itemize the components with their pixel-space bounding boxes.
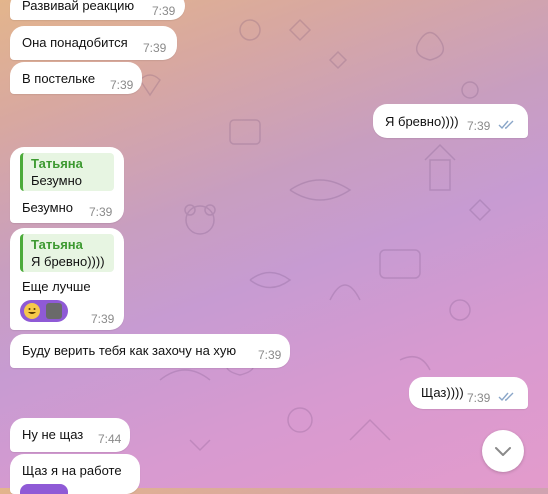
read-ticks-icon (498, 392, 514, 402)
reply-quote[interactable]: Татьяна Безумно (20, 153, 114, 191)
message-time: 7:39 (467, 391, 491, 405)
message-text: Щаз)))) (421, 385, 464, 400)
message-bubble-outgoing[interactable]: Щаз)))) 7:39 (409, 377, 528, 409)
grinning-emoji-icon (24, 303, 40, 319)
scroll-to-bottom-button[interactable] (482, 430, 524, 472)
message-text: Еще лучше (22, 279, 91, 294)
message-bubble-outgoing[interactable]: Я бревно)))) 7:39 (373, 104, 528, 138)
message-bubble[interactable]: Ну не щаз 7:44 (10, 418, 130, 452)
message-bubble[interactable]: Буду верить тебя как захочу на хую 7:39 (10, 334, 290, 368)
reply-quote[interactable]: Татьяна Я бревно)))) (20, 234, 114, 272)
reply-author: Татьяна (31, 156, 83, 171)
reply-author: Татьяна (31, 237, 83, 252)
message-time: 7:39 (152, 4, 176, 18)
message-text: Щаз я на работе (22, 463, 122, 478)
reply-text: Безумно (31, 173, 82, 188)
message-time: 7:44 (98, 432, 122, 446)
message-bubble[interactable]: Татьяна Безумно Безумно 7:39 (10, 147, 124, 223)
message-bubble[interactable]: Щаз я на работе (10, 454, 140, 494)
chevron-down-icon (495, 447, 511, 456)
message-time: 7:39 (110, 78, 134, 92)
message-bubble[interactable]: Татьяна Я бревно)))) Еще лучше 7:39 (10, 228, 124, 330)
message-time: 7:39 (91, 312, 115, 326)
message-time: 7:39 (89, 205, 113, 219)
reaction-badge[interactable] (20, 484, 68, 494)
message-bubble[interactable]: Она понадобится 7:39 (10, 26, 177, 60)
message-time: 7:39 (143, 41, 167, 55)
user-avatar (46, 303, 62, 319)
message-list[interactable]: Развивай реакцию 7:39 Она понадобится 7:… (0, 0, 548, 494)
message-text: Она понадобится (22, 35, 128, 50)
message-bubble[interactable]: В постельке 7:39 (10, 62, 142, 94)
message-text: Развивай реакцию (22, 0, 135, 13)
message-bubble[interactable]: Развивай реакцию 7:39 (10, 0, 185, 20)
message-text: Я бревно)))) (385, 114, 459, 129)
reaction-badge[interactable] (20, 300, 68, 322)
message-text: Ну не щаз (22, 427, 84, 442)
message-time: 7:39 (467, 119, 491, 133)
read-ticks-icon (498, 120, 514, 130)
message-text: Безумно (22, 200, 73, 215)
message-text: Буду верить тебя как захочу на хую (22, 343, 237, 358)
reply-text: Я бревно)))) (31, 254, 105, 269)
message-time: 7:39 (258, 348, 282, 362)
message-text: В постельке (22, 71, 96, 86)
